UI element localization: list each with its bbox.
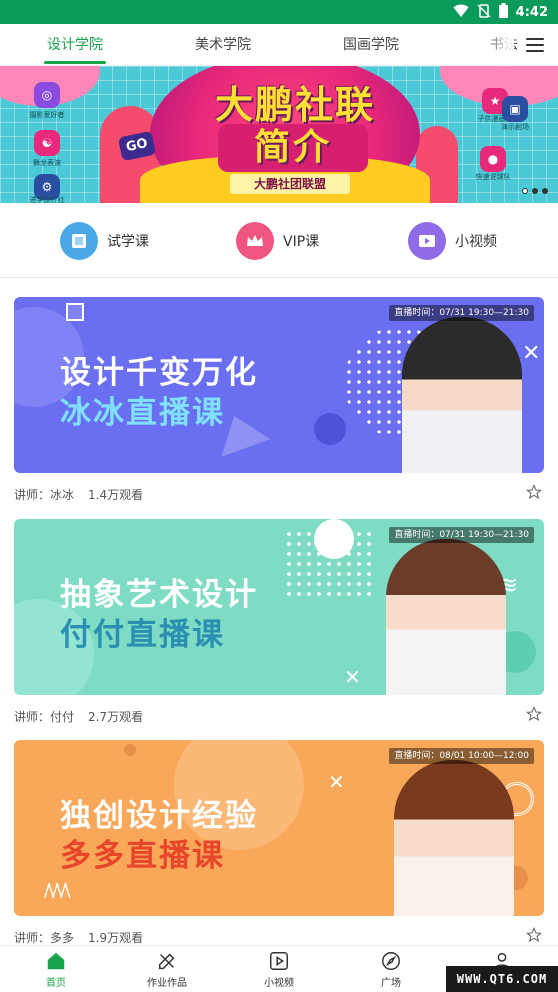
card-decor-circle [124,744,136,756]
course-meta: 讲师：多多 1.9万观看 [14,926,544,946]
camera-icon: ◎ [34,82,60,108]
crown-icon [236,222,274,260]
category-trial-course[interactable]: 试学课 [60,222,149,260]
star-icon[interactable] [525,705,543,725]
carousel-dot [542,188,548,194]
teacher-name: 讲师：付付 [14,709,75,724]
course-subtitle: 冰冰直播课 [60,395,225,431]
carousel-dot [532,188,538,194]
banner-icon-label: 舞龙表演 [33,159,61,167]
course-card[interactable]: ✕ /\/\/\ 直播时间：08/01 10:00—12:00 独创设计经验 多… [14,740,544,916]
banner-title: 大鹏社联 [214,83,375,127]
category-label: 试学课 [107,234,149,250]
course-card[interactable]: ✕ 直播时间：07/31 19:30—21:30 设计千变万化 冰冰直播课 [14,297,544,473]
nav-label: 小视频 [264,978,294,989]
app-screen: 4:42 设计学院 美术学院 国画学院 书法 大鹏社联 简介 大鹏社团联盟 GO… [0,0,558,992]
course-card[interactable]: ✕ ≋ 直播时间：07/31 19:30—21:30 抽象艺术设计 付付直播课 [14,519,544,695]
banner-icon-label: 演示剧场 [501,123,529,131]
card-decor-circle [314,413,346,445]
pencil-ruler-icon [158,953,175,970]
instructor-photo [386,539,506,695]
view-count: 1.9万观看 [88,930,144,945]
nav-home[interactable]: 首页 [16,950,96,989]
instructor-photo [402,317,522,473]
nav-plaza[interactable]: 广场 [351,950,431,989]
course-meta: 讲师：冰冰 1.4万观看 [14,483,544,503]
close-decor-icon: ✕ [344,665,361,689]
ball-icon: ● [480,146,506,172]
compass-icon [382,952,400,970]
book-icon [60,222,98,260]
course-meta: 讲师：付付 2.7万观看 [14,705,544,725]
top-tab-bar: 设计学院 美术学院 国画学院 书法 [0,24,558,66]
home-icon [47,952,65,970]
star-icon[interactable] [525,483,543,503]
category-label: 小视频 [455,234,497,250]
category-row: 试学课 VIP课 小视频 [0,204,558,278]
teacher-name: 讲师：冰冰 [14,487,75,502]
live-time-tag: 直播时间：08/01 10:00—12:00 [389,748,534,764]
site-watermark: WWW.QT6.COM [446,966,558,992]
course-title: 设计千变万化 [60,355,258,391]
nav-label: 广场 [381,978,401,989]
tab-art-academy[interactable]: 美术学院 [192,24,254,66]
battery-icon [498,2,508,22]
signal-off-icon [477,3,491,22]
zigzag-decor: /\/\/\ [44,880,70,901]
banner-icon-label: 快速说球队 [475,173,511,181]
dragon-icon: ☯ [34,130,60,156]
video-icon [408,222,446,260]
view-count: 2.7万观看 [88,709,144,724]
tab-design-academy[interactable]: 设计学院 [44,24,106,66]
play-square-icon [270,952,288,970]
live-time-tag: 直播时间：07/31 19:30—21:30 [389,527,534,543]
teacher-name: 讲师：多多 [14,930,75,945]
card-decor-square [66,303,84,321]
carousel-indicator [522,188,548,194]
theater-icon: ▣ [502,96,528,122]
category-label: VIP课 [283,234,320,250]
course-title: 抽象艺术设计 [60,577,258,613]
star-icon[interactable] [525,926,543,946]
status-bar: 4:42 [0,0,558,24]
card-decor-circle [314,519,354,559]
nav-homework[interactable]: 作业作品 [127,950,207,989]
banner-title-2: 简介 [218,124,368,172]
close-decor-icon: ✕ [328,770,345,794]
live-time-tag: 直播时间：07/31 19:30—21:30 [389,305,534,321]
course-subtitle: 付付直播课 [60,617,225,653]
banner-icon-label: 摄影爱好者 [29,111,65,119]
course-title: 独创设计经验 [60,798,258,834]
promo-banner[interactable]: 大鹏社联 简介 大鹏社团联盟 GO ◎ 摄影爱好者 ☯ 舞龙表演 ⚙ 进学旅行社… [0,66,558,203]
bottom-nav: 首页 作业作品 小视频 广场 我的 WWW.QT6.COM [0,945,558,992]
nav-label: 首页 [46,978,66,989]
banner-icon-label: 进学旅行社 [29,196,65,203]
tab-chinese-painting-academy[interactable]: 国画学院 [340,24,402,66]
course-subtitle: 多多直播课 [60,838,225,874]
category-vip-course[interactable]: VIP课 [236,222,319,260]
nav-short-video[interactable]: 小视频 [239,950,319,989]
view-count: 1.4万观看 [88,487,144,502]
banner-subtitle: 大鹏社团联盟 [230,174,350,194]
tab-fade-overlay [484,24,514,66]
instructor-photo [394,760,514,916]
nav-label: 作业作品 [147,978,187,989]
carousel-dot [522,188,528,194]
clock-time: 4:42 [515,4,548,20]
wifi-icon [453,3,469,22]
close-decor-icon: ✕ [522,341,541,366]
menu-icon[interactable] [522,32,548,58]
category-short-video[interactable]: 小视频 [408,222,497,260]
